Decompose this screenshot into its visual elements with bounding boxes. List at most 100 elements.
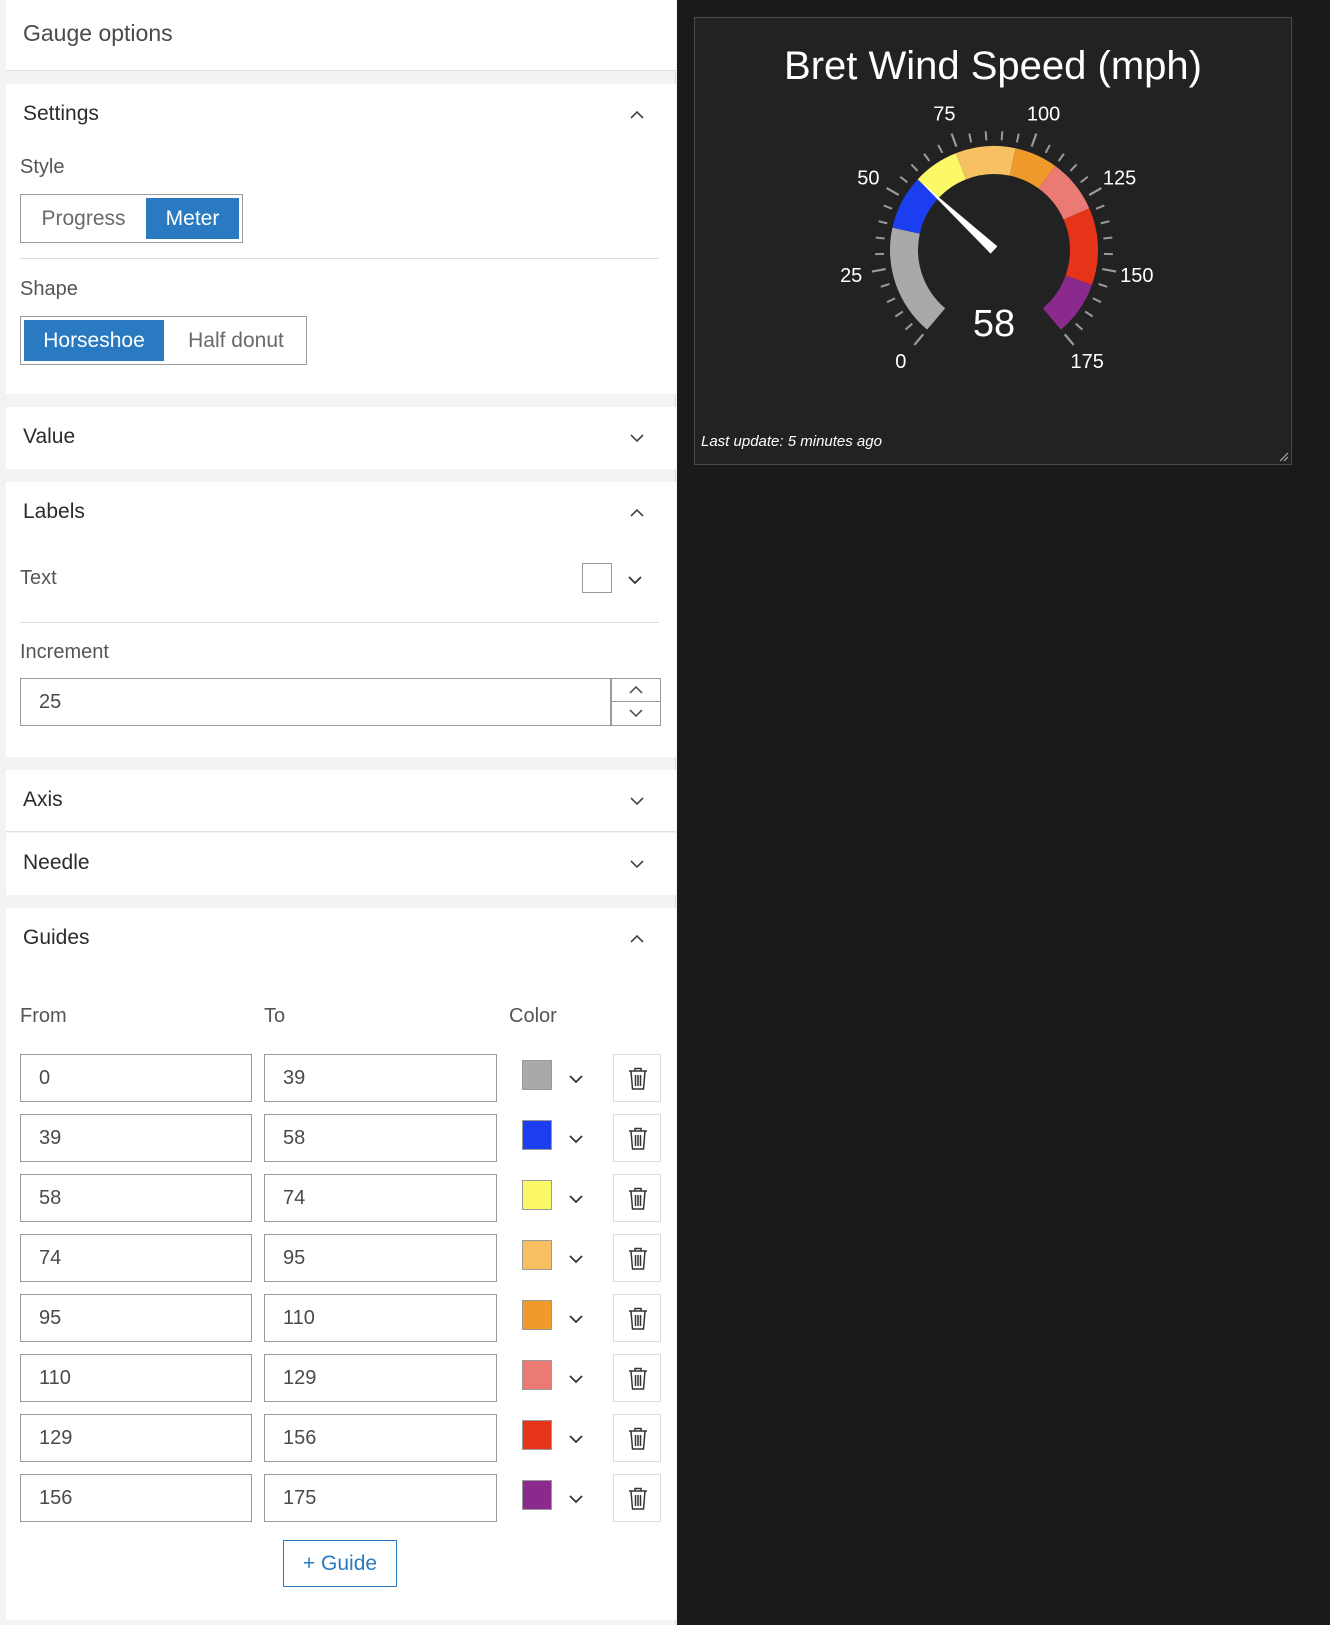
guide-color-swatch[interactable]: [522, 1480, 552, 1510]
chevron-down-icon[interactable]: [626, 571, 644, 589]
guide-from-input[interactable]: 74: [20, 1234, 252, 1282]
guide-color-swatch[interactable]: [522, 1180, 552, 1210]
gauge-tick-label: 175: [1071, 351, 1104, 373]
guide-color-swatch[interactable]: [522, 1360, 552, 1390]
resize-handle-icon[interactable]: [1277, 450, 1289, 462]
delete-guide-button[interactable]: [613, 1354, 661, 1402]
chevron-down-icon[interactable]: [628, 429, 646, 447]
chevron-down-icon[interactable]: [567, 1490, 585, 1508]
style-option-progress[interactable]: Progress: [24, 198, 143, 239]
guides-header[interactable]: Guides: [6, 908, 676, 970]
guide-from-input[interactable]: 95: [20, 1294, 252, 1342]
gauge-minor-tick: [894, 310, 904, 318]
delete-guide-button[interactable]: [613, 1174, 661, 1222]
gauge-minor-tick: [923, 153, 931, 162]
settings-title: Settings: [23, 102, 99, 125]
guide-from-input[interactable]: 156: [20, 1474, 252, 1522]
shape-option-half-donut[interactable]: Half donut: [167, 320, 305, 361]
delete-guide-button[interactable]: [613, 1114, 661, 1162]
increment-stepper: [611, 678, 661, 726]
gauge-minor-tick: [1015, 133, 1020, 143]
gauge-minor-tick: [883, 204, 893, 210]
chevron-down-icon[interactable]: [567, 1370, 585, 1388]
guides-title: Guides: [23, 926, 90, 949]
delete-guide-button[interactable]: [613, 1474, 661, 1522]
guide-from-input[interactable]: 39: [20, 1114, 252, 1162]
guide-to-input[interactable]: 74: [264, 1174, 497, 1222]
delete-guide-button[interactable]: [613, 1294, 661, 1342]
guide-color-swatch[interactable]: [522, 1240, 552, 1270]
gauge-minor-tick: [1075, 322, 1084, 331]
increment-down-button[interactable]: [612, 702, 660, 725]
guide-to-input[interactable]: 58: [264, 1114, 497, 1162]
delete-guide-button[interactable]: [613, 1054, 661, 1102]
guide-to-input[interactable]: 156: [264, 1414, 497, 1462]
chevron-down-icon[interactable]: [567, 1190, 585, 1208]
guide-color-swatch[interactable]: [522, 1300, 552, 1330]
settings-header[interactable]: Settings: [6, 84, 676, 146]
gauge-chart: 0 25 50 75 100 125 150 175 58: [840, 104, 1153, 373]
add-guide-button[interactable]: + Guide: [283, 1540, 397, 1587]
chevron-down-icon[interactable]: [567, 1070, 585, 1088]
gauge-major-tick: [1063, 333, 1075, 346]
guide-from-input[interactable]: 58: [20, 1174, 252, 1222]
increment-input[interactable]: 25: [20, 678, 611, 726]
guide-from-input[interactable]: 129: [20, 1414, 252, 1462]
guides-col-color: Color: [509, 1005, 557, 1027]
gauge-minor-tick: [1098, 283, 1108, 288]
gauge-minor-tick: [904, 322, 913, 331]
chevron-up-icon[interactable]: [628, 106, 646, 124]
chevron-down-icon[interactable]: [567, 1130, 585, 1148]
value-section: Value: [6, 407, 676, 469]
needle-section: Needle: [6, 833, 676, 895]
gauge-tick-label: 150: [1120, 265, 1153, 287]
divider: [20, 258, 659, 259]
panel-header: Gauge options: [6, 0, 676, 71]
guide-color-swatch[interactable]: [522, 1120, 552, 1150]
chevron-down-icon[interactable]: [628, 855, 646, 873]
guide-to-input[interactable]: 129: [264, 1354, 497, 1402]
needle-header[interactable]: Needle: [6, 833, 676, 895]
delete-guide-button[interactable]: [613, 1414, 661, 1462]
text-color-swatch[interactable]: [582, 563, 612, 593]
trash-icon: [629, 1427, 647, 1450]
guides-col-to: To: [264, 1005, 286, 1027]
increment-up-button[interactable]: [612, 679, 660, 702]
gauge-minor-tick: [1080, 175, 1089, 184]
gauge-minor-tick: [886, 297, 896, 304]
delete-guide-button[interactable]: [613, 1234, 661, 1282]
trash-icon: [629, 1067, 647, 1090]
chevron-down-icon[interactable]: [628, 792, 646, 810]
chevron-down-icon[interactable]: [567, 1430, 585, 1448]
guide-to-input[interactable]: 39: [264, 1054, 497, 1102]
increment-label: Increment: [20, 641, 109, 663]
value-header[interactable]: Value: [6, 407, 676, 469]
chevron-up-icon[interactable]: [628, 930, 646, 948]
gauge-minor-tick: [899, 175, 908, 184]
gauge-minor-tick: [910, 163, 919, 172]
shape-label: Shape: [20, 278, 78, 300]
guide-color-swatch[interactable]: [522, 1420, 552, 1450]
gauge-major-tick: [886, 187, 900, 196]
gauge-tick-label: 125: [1103, 168, 1136, 190]
gauge-minor-tick: [880, 283, 890, 288]
gauge-minor-tick: [1103, 236, 1113, 240]
guide-to-input[interactable]: 175: [264, 1474, 497, 1522]
style-segmented-control: Progress Meter: [20, 194, 243, 243]
style-option-meter[interactable]: Meter: [146, 198, 239, 239]
guide-to-input[interactable]: 95: [264, 1234, 497, 1282]
chevron-down-icon[interactable]: [567, 1310, 585, 1328]
shape-segmented-control: Horseshoe Half donut: [20, 316, 307, 365]
gauge-tick-label: 50: [857, 168, 879, 190]
guide-from-input[interactable]: 0: [20, 1054, 252, 1102]
gauge-major-tick: [950, 133, 958, 148]
guide-color-swatch[interactable]: [522, 1060, 552, 1090]
chevron-down-icon[interactable]: [567, 1250, 585, 1268]
chevron-up-icon[interactable]: [628, 504, 646, 522]
gauge-minor-tick: [1044, 144, 1051, 154]
axis-header[interactable]: Axis: [6, 770, 676, 832]
guide-to-input[interactable]: 110: [264, 1294, 497, 1342]
guide-from-input[interactable]: 110: [20, 1354, 252, 1402]
labels-header[interactable]: Labels: [6, 482, 676, 544]
shape-option-horseshoe[interactable]: Horseshoe: [24, 320, 164, 361]
